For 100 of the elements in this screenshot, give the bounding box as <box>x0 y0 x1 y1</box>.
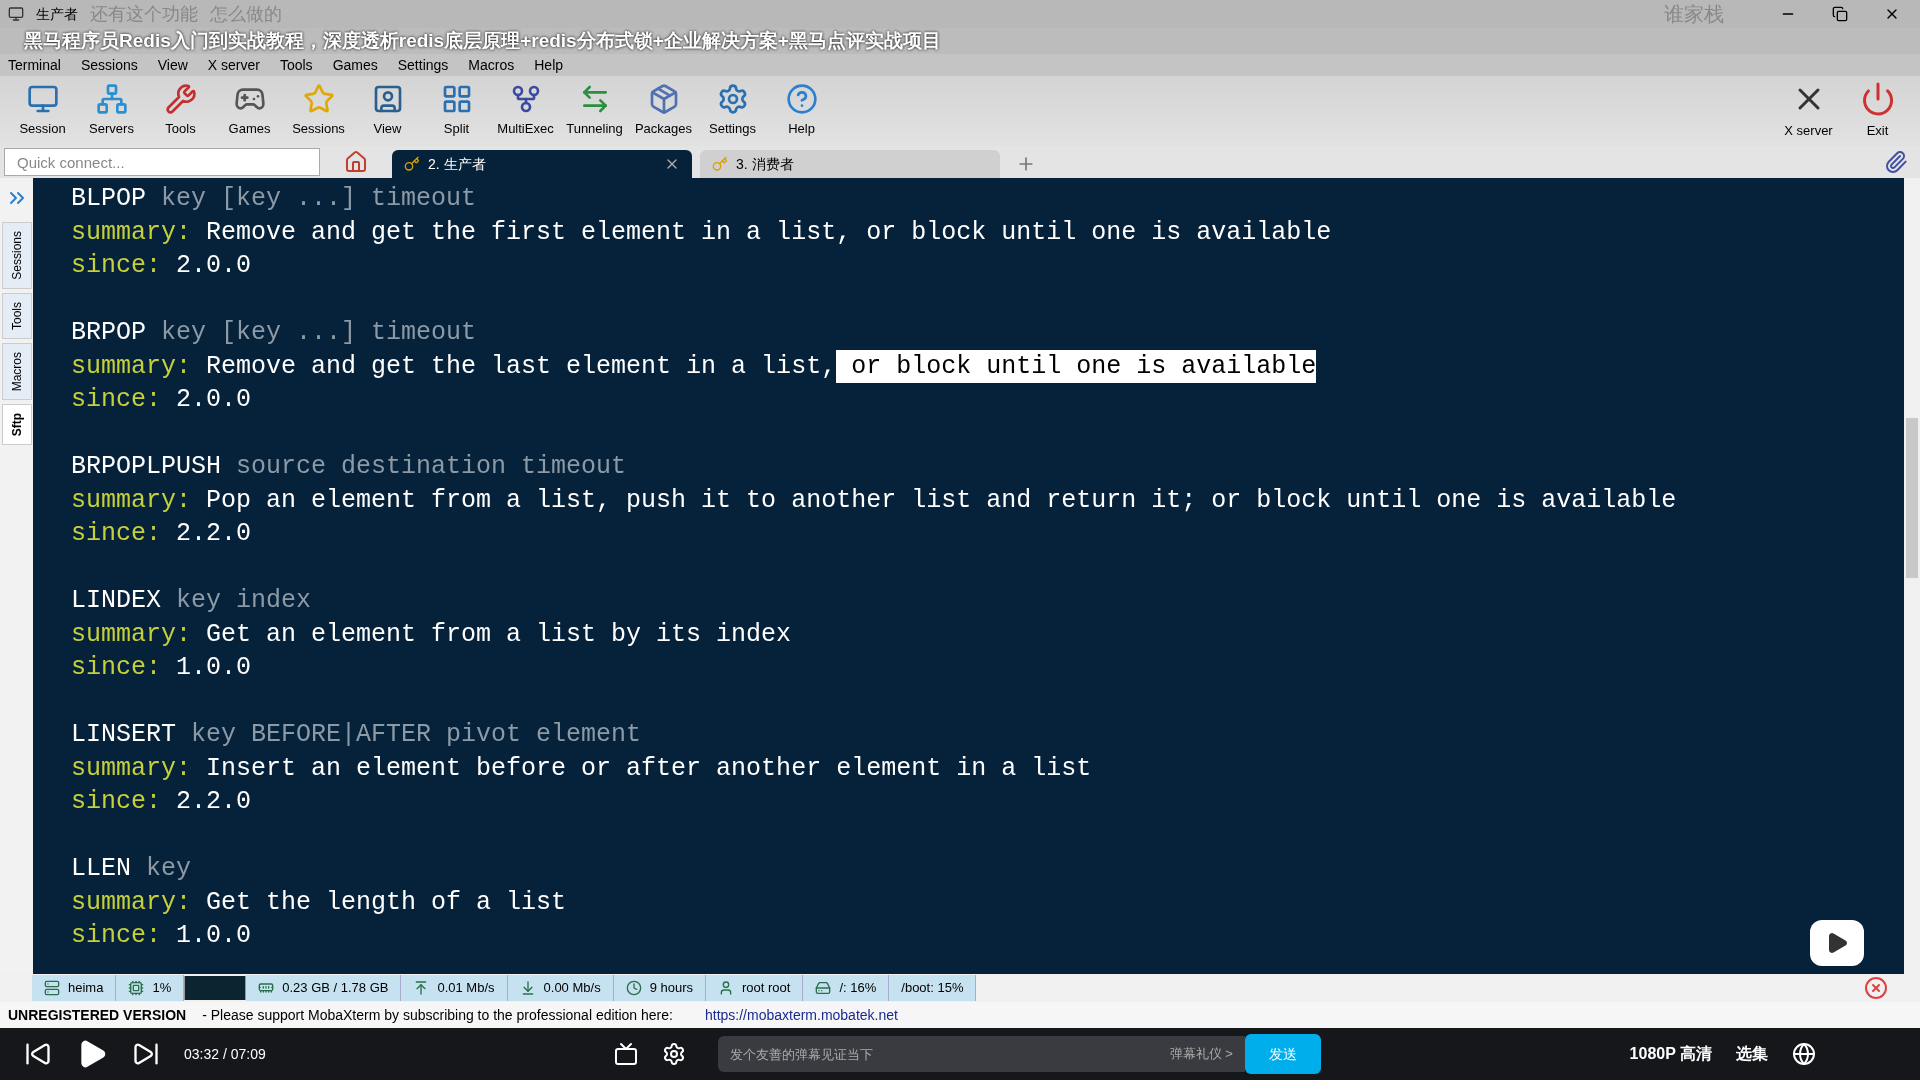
toolbar-button[interactable]: Tools <box>146 79 215 143</box>
menu-item[interactable]: Games <box>332 54 378 76</box>
toolbar-button[interactable]: Session <box>8 79 77 143</box>
terminal-label: summary: <box>71 886 193 919</box>
terminal-text: Get the length of a list <box>206 886 567 919</box>
status-text: /boot: 15% <box>901 979 964 998</box>
terminal-line: BRPOPLPUSH source destination timeout <box>71 451 627 483</box>
side-tab[interactable]: Sftp <box>1 404 32 446</box>
globe-icon[interactable] <box>1792 1042 1816 1066</box>
terminal-text: Remove and get the last element in a list, <box>206 350 837 383</box>
terminal-label: since: <box>71 518 162 550</box>
status-text: heima <box>68 979 104 998</box>
terminal-line: LINSERT key BEFORE|AFTER pivot element <box>71 719 642 751</box>
terminal-label: since: <box>71 652 162 684</box>
server-icon <box>44 980 60 996</box>
paperclip-icon[interactable] <box>1884 150 1908 174</box>
terminal-label: since: <box>71 250 162 282</box>
terminal-label: summary: <box>71 350 193 383</box>
home-icon[interactable] <box>344 150 368 174</box>
wrench-icon <box>164 83 197 116</box>
network-icon <box>95 83 128 116</box>
video-time: 03:32 / 07:09 <box>184 1044 266 1064</box>
terminal-label: since: <box>71 920 162 952</box>
tab-label: 3. 消费者 <box>736 154 794 174</box>
toolbar-button[interactable]: Tunneling <box>560 79 629 143</box>
menu-item[interactable]: Macros <box>468 54 515 76</box>
menu-item[interactable]: Help <box>534 54 564 76</box>
episodes-button[interactable]: 选集 <box>1736 1042 1768 1066</box>
terminal-text: Get an element from a list by its index <box>206 618 792 651</box>
menu-item[interactable]: View <box>157 54 188 76</box>
terminal-label: summary: <box>71 484 193 517</box>
terminal-label: summary: <box>71 752 193 785</box>
status-text: 0.00 Mb/s <box>543 979 601 998</box>
key-icon <box>712 156 728 172</box>
toolbar-button[interactable]: Games <box>215 79 284 143</box>
session-tab[interactable]: 2. 生产者 <box>392 150 692 178</box>
app-icon <box>8 6 24 22</box>
status-text: 0.23 GB / 1.78 GB <box>282 979 389 998</box>
terminal-line: LINDEX key index <box>71 585 312 617</box>
terminal-text: Pop an element from a list, push it to another list and return it; or block until one is available <box>206 484 1677 517</box>
menu-item[interactable]: Sessions <box>80 54 138 76</box>
side-tab[interactable]: Sessions <box>1 222 32 289</box>
etiquette-link[interactable]: 弹幕礼仪 > <box>1157 1036 1245 1072</box>
tab-label: 2. 生产者 <box>428 154 486 174</box>
terminal-text: 1.0.0 <box>176 652 252 684</box>
network-graph <box>184 976 247 1000</box>
side-tab[interactable]: Macros <box>1 342 32 401</box>
side-tab[interactable]: Tools <box>1 292 32 339</box>
terminal-text: Remove and get the first element in a list, or block until one is available <box>206 216 1332 249</box>
terminal-text: 2.0.0 <box>176 384 252 416</box>
danmaku-settings-icon[interactable] <box>661 1042 686 1066</box>
menu-item[interactable]: Tools <box>279 54 313 76</box>
restore-icon[interactable] <box>1832 6 1848 22</box>
terminal-text: 2.2.0 <box>176 518 252 550</box>
memory-icon <box>258 980 275 996</box>
terminal-text: 2.2.0 <box>176 786 252 818</box>
window-title: 生产者 <box>36 4 78 24</box>
terminal-label: since: <box>71 786 162 818</box>
unregistered-label: UNREGISTERED VERSION <box>8 1005 187 1025</box>
status-text: 9 hours <box>649 979 693 998</box>
danmaku-toggle-icon[interactable] <box>613 1042 638 1066</box>
quick-connect-field[interactable]: Quick connect... <box>4 148 320 176</box>
status-text: 1% <box>152 979 172 998</box>
menu-item[interactable]: Settings <box>397 54 449 76</box>
toolbar-button[interactable]: Settings <box>698 79 767 143</box>
status-text: /: 16% <box>839 979 877 998</box>
support-notice: - Please support MobaXterm by subscribing to the professional edition here: <box>202 1005 673 1025</box>
terminal-label: summary: <box>71 216 193 249</box>
terminal-line: BRPOP key [key ...] timeout <box>71 317 477 349</box>
scrollbar-thumb[interactable] <box>1906 418 1918 578</box>
terminal-label: summary: <box>71 618 193 651</box>
toolbar-button[interactable]: View <box>353 79 422 143</box>
tv-icon[interactable] <box>1810 920 1864 966</box>
toolbar-button[interactable]: MultiExec <box>491 79 560 143</box>
terminal-text: 2.0.0 <box>176 250 252 282</box>
terminal-line: BLPOP key [key ...] timeout <box>71 183 477 215</box>
selected-text: or block until one is available <box>836 349 1317 383</box>
terminal-text: 1.0.0 <box>176 920 252 952</box>
website-link[interactable]: https://mobaxterm.mobatek.net <box>704 1004 898 1026</box>
chip-icon <box>128 980 145 996</box>
status-text: 0.01 Mb/s <box>437 979 495 998</box>
terminal-line: LLEN key <box>71 853 192 885</box>
toolbar-button[interactable]: Help <box>767 79 836 143</box>
key-icon <box>404 156 420 172</box>
toolbar-button[interactable]: Packages <box>629 79 698 143</box>
quality-button[interactable]: 1080P 高清 <box>1629 1042 1712 1066</box>
terminal-label: since: <box>71 384 162 416</box>
session-tab[interactable]: 3. 消费者 <box>700 150 1000 178</box>
toolbar-button[interactable]: Servers <box>77 79 146 143</box>
toolbar-button[interactable]: Sessions <box>284 79 353 143</box>
menu-item[interactable]: X server <box>207 54 260 76</box>
terminal-text: Insert an element before or after another element in a list <box>206 752 1092 785</box>
menu-item[interactable]: Terminal <box>8 54 61 76</box>
danmaku-field[interactable]: 发个友善的弹幕见证当下 <box>717 1036 1158 1072</box>
status-text: root root <box>742 979 791 998</box>
toolbar-button[interactable]: Exit <box>1843 79 1912 143</box>
toolbar-button[interactable]: Split <box>422 79 491 143</box>
toolbar-button[interactable]: X server <box>1774 79 1843 143</box>
clock-icon <box>625 980 642 996</box>
help-icon <box>785 83 818 116</box>
